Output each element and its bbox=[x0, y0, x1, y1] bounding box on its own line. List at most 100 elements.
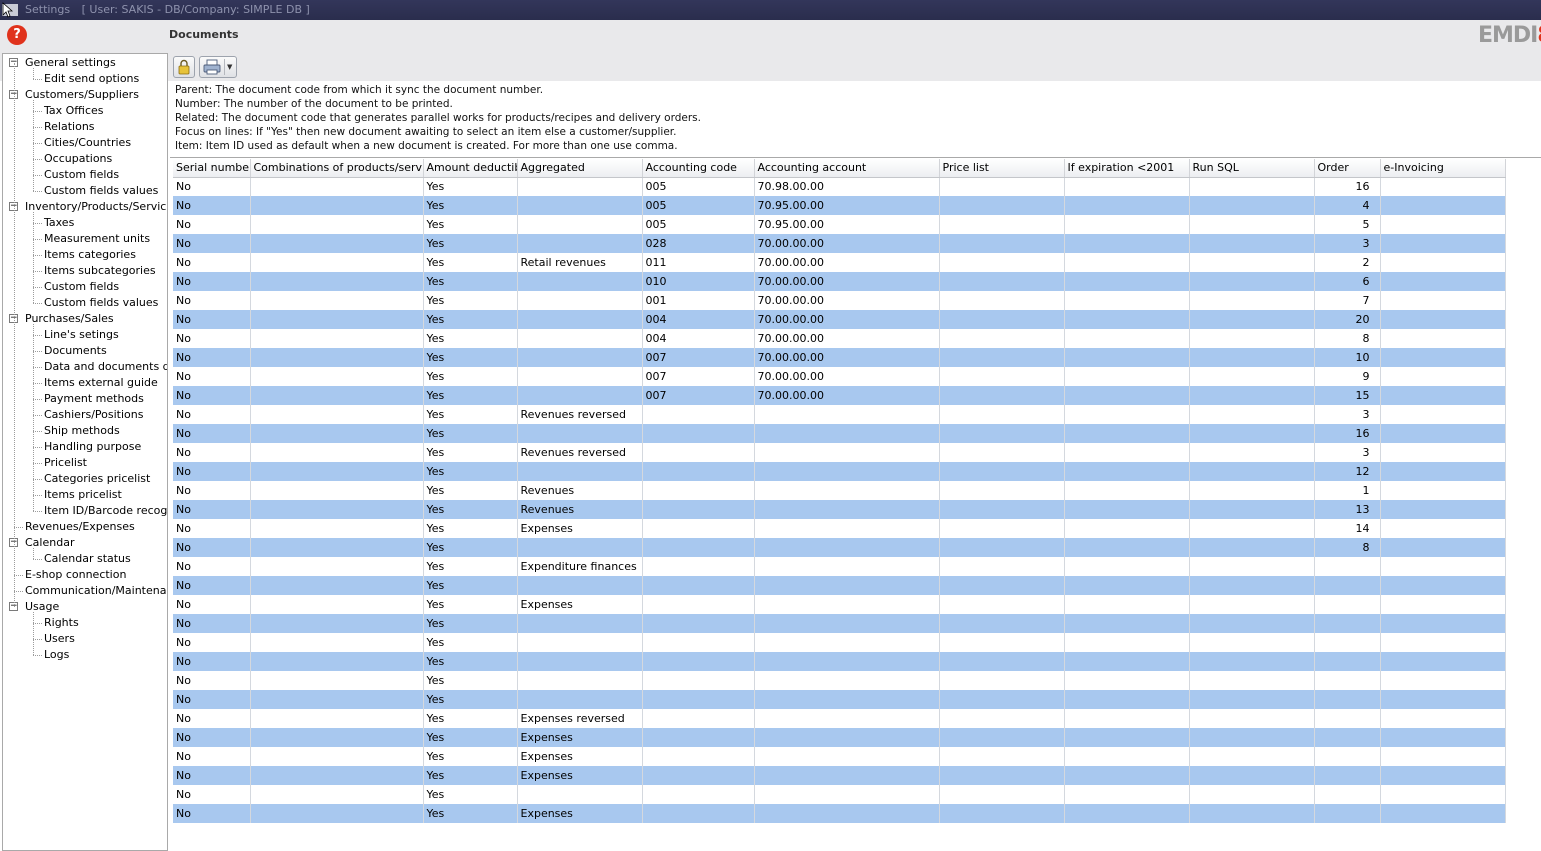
tree-item[interactable]: Cashiers/Positions bbox=[44, 407, 143, 423]
table-cell[interactable] bbox=[250, 500, 424, 519]
table-cell[interactable] bbox=[754, 804, 940, 823]
table-cell[interactable] bbox=[642, 747, 755, 766]
table-cell[interactable] bbox=[754, 538, 940, 557]
table-cell[interactable] bbox=[250, 215, 424, 234]
table-cell[interactable]: 70.00.00.00 bbox=[754, 253, 940, 272]
table-cell[interactable] bbox=[1064, 367, 1190, 386]
table-cell[interactable]: 004 bbox=[642, 329, 755, 348]
table-cell[interactable]: 007 bbox=[642, 348, 755, 367]
table-cell[interactable]: Yes bbox=[423, 272, 518, 291]
table-cell[interactable]: Yes bbox=[423, 614, 518, 633]
table-row[interactable]: No Yes 004 70.00.00.00 20 bbox=[173, 310, 1506, 329]
table-cell[interactable] bbox=[754, 557, 940, 576]
table-cell[interactable]: Yes bbox=[423, 329, 518, 348]
table-cell[interactable] bbox=[939, 747, 1065, 766]
table-cell[interactable] bbox=[754, 405, 940, 424]
table-cell[interactable] bbox=[754, 576, 940, 595]
table-cell[interactable] bbox=[250, 766, 424, 785]
table-cell[interactable]: Yes bbox=[423, 481, 518, 500]
tree-item[interactable]: Custom fields bbox=[44, 167, 119, 183]
table-cell[interactable]: Yes bbox=[423, 443, 518, 462]
table-cell[interactable]: Yes bbox=[423, 785, 518, 804]
table-cell[interactable] bbox=[754, 785, 940, 804]
table-row[interactable]: No Yes Revenues 1 bbox=[173, 481, 1506, 500]
table-cell[interactable]: No bbox=[173, 500, 251, 519]
table-cell[interactable] bbox=[1380, 310, 1506, 329]
table-cell[interactable]: 3 bbox=[1314, 443, 1381, 462]
table-cell[interactable] bbox=[939, 652, 1065, 671]
table-cell[interactable] bbox=[1189, 196, 1315, 215]
table-cell[interactable]: 70.00.00.00 bbox=[754, 386, 940, 405]
table-cell[interactable] bbox=[250, 652, 424, 671]
table-cell[interactable] bbox=[1314, 595, 1381, 614]
table-cell[interactable] bbox=[250, 310, 424, 329]
table-cell[interactable] bbox=[250, 519, 424, 538]
column-header[interactable]: Aggregated bbox=[517, 159, 643, 178]
table-cell[interactable] bbox=[642, 671, 755, 690]
table-cell[interactable] bbox=[754, 747, 940, 766]
table-cell[interactable]: No bbox=[173, 424, 251, 443]
table-cell[interactable]: Expenses bbox=[517, 766, 643, 785]
tree-item[interactable]: Items categories bbox=[44, 247, 136, 263]
tree-item[interactable]: Data and documents desi bbox=[44, 359, 167, 375]
table-cell[interactable]: Expenses bbox=[517, 804, 643, 823]
table-cell[interactable]: No bbox=[173, 614, 251, 633]
table-cell[interactable]: 13 bbox=[1314, 500, 1381, 519]
tree-item[interactable]: Taxes bbox=[44, 215, 74, 231]
tree-item[interactable]: Inventory/Products/Services bbox=[25, 199, 167, 215]
table-cell[interactable]: Yes bbox=[423, 253, 518, 272]
table-row[interactable]: No Yes 005 70.98.00.00 16 bbox=[173, 177, 1506, 196]
table-cell[interactable] bbox=[1064, 576, 1190, 595]
table-cell[interactable] bbox=[939, 253, 1065, 272]
table-cell[interactable] bbox=[1064, 405, 1190, 424]
table-row[interactable]: No Yes bbox=[173, 690, 1506, 709]
table-cell[interactable] bbox=[642, 557, 755, 576]
table-cell[interactable] bbox=[1189, 633, 1315, 652]
table-cell[interactable] bbox=[1064, 443, 1190, 462]
table-cell[interactable] bbox=[1380, 500, 1506, 519]
table-cell[interactable] bbox=[939, 310, 1065, 329]
table-row[interactable]: No Yes Expenses reversed bbox=[173, 709, 1506, 728]
table-cell[interactable] bbox=[250, 747, 424, 766]
table-cell[interactable] bbox=[250, 595, 424, 614]
table-row[interactable]: No Yes 001 70.00.00.00 7 bbox=[173, 291, 1506, 310]
tree-item[interactable]: General settings bbox=[25, 55, 116, 71]
table-cell[interactable] bbox=[1314, 766, 1381, 785]
table-cell[interactable] bbox=[1380, 481, 1506, 500]
table-cell[interactable] bbox=[939, 462, 1065, 481]
table-cell[interactable] bbox=[939, 196, 1065, 215]
table-cell[interactable]: No bbox=[173, 633, 251, 652]
table-cell[interactable] bbox=[642, 500, 755, 519]
table-cell[interactable] bbox=[642, 576, 755, 595]
table-cell[interactable]: No bbox=[173, 766, 251, 785]
table-cell[interactable] bbox=[250, 272, 424, 291]
table-cell[interactable] bbox=[250, 576, 424, 595]
table-cell[interactable]: 2 bbox=[1314, 253, 1381, 272]
table-cell[interactable]: 70.00.00.00 bbox=[754, 367, 940, 386]
table-cell[interactable]: Retail revenues bbox=[517, 253, 643, 272]
table-cell[interactable]: Yes bbox=[423, 462, 518, 481]
table-cell[interactable]: No bbox=[173, 519, 251, 538]
table-cell[interactable] bbox=[939, 614, 1065, 633]
table-cell[interactable] bbox=[1064, 272, 1190, 291]
table-cell[interactable] bbox=[1064, 519, 1190, 538]
table-cell[interactable]: Yes bbox=[423, 557, 518, 576]
table-cell[interactable] bbox=[1380, 633, 1506, 652]
table-cell[interactable] bbox=[1380, 804, 1506, 823]
table-cell[interactable]: No bbox=[173, 728, 251, 747]
table-cell[interactable]: No bbox=[173, 538, 251, 557]
table-cell[interactable]: Yes bbox=[423, 690, 518, 709]
table-cell[interactable]: 14 bbox=[1314, 519, 1381, 538]
table-cell[interactable] bbox=[1380, 215, 1506, 234]
table-cell[interactable] bbox=[1189, 519, 1315, 538]
table-cell[interactable]: No bbox=[173, 671, 251, 690]
table-cell[interactable]: 001 bbox=[642, 291, 755, 310]
table-cell[interactable] bbox=[517, 462, 643, 481]
table-cell[interactable] bbox=[754, 481, 940, 500]
table-cell[interactable] bbox=[1064, 329, 1190, 348]
table-cell[interactable]: Expenses bbox=[517, 728, 643, 747]
tree-item[interactable]: Custom fields values bbox=[44, 295, 158, 311]
table-cell[interactable] bbox=[939, 671, 1065, 690]
table-cell[interactable]: No bbox=[173, 329, 251, 348]
table-cell[interactable] bbox=[1189, 500, 1315, 519]
